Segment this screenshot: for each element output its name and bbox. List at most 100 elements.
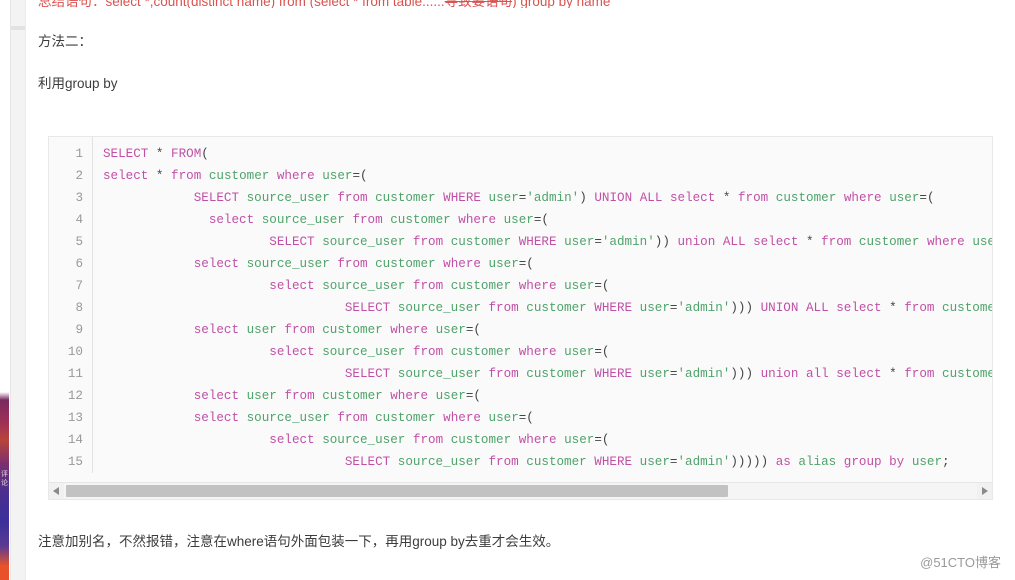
code-token: source_user — [397, 301, 481, 315]
code-line-content[interactable]: select source_user from customer where u… — [93, 429, 993, 451]
code-horizontal-scrollbar[interactable] — [49, 482, 992, 499]
code-line-content[interactable]: SELECT source_user from customer WHERE u… — [93, 187, 993, 209]
code-token: user — [503, 213, 534, 227]
code-token: customer — [775, 191, 837, 205]
code-token: where — [518, 279, 557, 293]
code-line-number: 15 — [49, 451, 93, 473]
code-scroll-viewport: 1 SELECT * FROM(2 select * from customer w… — [49, 137, 992, 473]
code-line-content[interactable]: select source_user from customer where u… — [93, 275, 993, 297]
code-token: customer — [208, 169, 270, 183]
method-heading: 方法二： — [38, 34, 92, 49]
code-token: where — [843, 191, 882, 205]
code-line: 15 SELECT source_user from customer WHER… — [49, 451, 992, 473]
chevron-right-icon — [982, 487, 988, 495]
code-token: user — [488, 411, 519, 425]
code-table: 1 SELECT * FROM(2 select * from customer w… — [49, 137, 992, 473]
code-line-number: 9 — [49, 319, 93, 341]
code-token: from — [412, 279, 444, 293]
code-token: customer — [375, 257, 436, 271]
code-token: FROM — [171, 147, 202, 161]
code-line-content[interactable]: select * from customer where user=( — [93, 165, 993, 187]
code-line-content[interactable]: select source_user from customer where u… — [93, 209, 993, 231]
code-token: customer — [450, 235, 512, 249]
code-token: source_user — [246, 411, 330, 425]
code-line-number: 7 — [49, 275, 93, 297]
code-token: source_user — [322, 345, 406, 359]
code-token: where — [276, 169, 315, 183]
code-token: WHERE — [594, 455, 633, 469]
code-line-content[interactable]: select user from customer where user=( — [93, 319, 993, 341]
code-token: from — [337, 411, 368, 425]
code-token: from — [412, 433, 444, 447]
code-token: 'admin' — [601, 235, 655, 249]
scroll-right-arrow-icon[interactable] — [977, 483, 992, 499]
code-line-content[interactable]: SELECT source_user from customer WHERE u… — [93, 363, 992, 385]
clipped-summary-line: 总结语句：select *,count(distinct name) from … — [38, 0, 998, 8]
code-token: WHERE — [594, 301, 633, 315]
scroll-left-arrow-icon[interactable] — [49, 483, 64, 499]
code-line-number: 11 — [49, 363, 93, 385]
code-token: from — [412, 345, 444, 359]
code-token: where — [518, 433, 557, 447]
code-line-content[interactable]: select source_user from customer where u… — [93, 253, 993, 275]
code-block[interactable]: 1 SELECT * FROM(2 select * from customer w… — [48, 136, 993, 500]
gutter-tick-mark — [11, 26, 25, 30]
code-token: 'admin' — [677, 367, 731, 381]
code-token: * — [889, 367, 897, 381]
code-token: user — [435, 323, 466, 337]
code-token: select — [208, 213, 255, 227]
code-token: = — [594, 235, 602, 249]
code-token: user — [564, 345, 595, 359]
code-line-content[interactable]: SELECT source_user from customer WHERE u… — [93, 231, 992, 253]
code-line-content[interactable]: select source_user from customer where u… — [93, 407, 993, 429]
code-token: select — [269, 433, 315, 447]
code-token: from — [738, 191, 769, 205]
code-token: SELECT — [344, 367, 391, 381]
code-token: customer — [450, 433, 512, 447]
code-token: user — [246, 389, 277, 403]
code-line-content[interactable]: SELECT source_user from customer WHERE u… — [93, 297, 992, 319]
code-token: user — [246, 323, 277, 337]
scrollbar-thumb[interactable] — [66, 485, 728, 497]
code-token: customer — [322, 389, 383, 403]
code-token: ( — [201, 147, 209, 161]
code-token: customer — [390, 213, 451, 227]
code-token: SELECT — [269, 235, 315, 249]
code-token: user — [639, 367, 670, 381]
code-line-content[interactable]: SELECT source_user from customer WHERE u… — [93, 451, 993, 473]
code-token: =( — [465, 389, 481, 403]
code-line: 10 select source_user from customer wher… — [49, 341, 992, 363]
code-token: all — [805, 367, 829, 381]
code-line: 11 SELECT source_user from customer WHER… — [49, 363, 992, 385]
code-line-content[interactable]: select source_user from customer where u… — [93, 341, 993, 363]
code-line: 14 select source_user from customer wher… — [49, 429, 992, 451]
code-token: SELECT — [344, 301, 391, 315]
article-page: 评 论 总结语句：select *,count(distinct name) f… — [0, 0, 1015, 580]
code-token: source_user — [322, 235, 406, 249]
struck-text: 导致要语句 — [444, 0, 513, 8]
code-token: customer — [526, 367, 587, 381]
scrollbar-track[interactable] — [64, 483, 977, 499]
code-line-content[interactable]: select user from customer where user=( — [93, 385, 993, 407]
code-token: )) — [654, 235, 678, 249]
code-line-content[interactable]: SELECT * FROM( — [93, 137, 993, 165]
code-token: where — [443, 257, 481, 271]
